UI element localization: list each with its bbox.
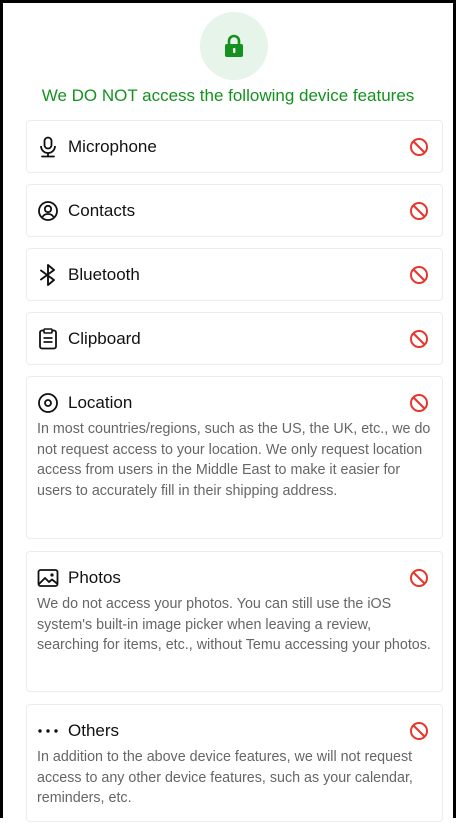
lock-badge <box>200 12 268 80</box>
page-title: We DO NOT access the following device fe… <box>41 86 415 105</box>
feature-title: Microphone <box>68 137 157 156</box>
feature-card-bluetooth[interactable]: Bluetooth <box>26 248 443 301</box>
feature-card-others[interactable]: Others In addition to the above device f… <box>26 704 443 822</box>
blocked-icon <box>408 567 430 589</box>
feature-title: Contacts <box>68 201 136 220</box>
feature-card-contacts[interactable]: Contacts <box>26 184 443 237</box>
feature-description: We do not access your photos. You can st… <box>37 596 431 653</box>
blocked-icon <box>408 136 430 158</box>
blocked-icon <box>408 328 430 350</box>
feature-title: Photos <box>68 568 121 587</box>
feature-card-clipboard[interactable]: Clipboard <box>26 312 443 365</box>
feature-list: Microphone Contacts Bluetooth Clipboard … <box>26 120 443 833</box>
blocked-icon <box>408 264 430 286</box>
blocked-icon <box>408 392 430 414</box>
feature-card-photos[interactable]: Photos We do not access your photos. You… <box>26 551 443 692</box>
feature-title: Others <box>68 721 120 740</box>
feature-card-microphone[interactable]: Microphone <box>26 120 443 173</box>
feature-description: In most countries/regions, such as the U… <box>37 421 431 499</box>
feature-title: Bluetooth <box>68 265 140 284</box>
location-icon <box>37 392 59 414</box>
photos-icon <box>37 567 59 589</box>
contacts-icon <box>37 200 59 222</box>
lock-icon <box>223 34 245 58</box>
more-icon <box>37 720 59 742</box>
clipboard-icon <box>37 328 59 350</box>
feature-card-location[interactable]: Location In most countries/regions, such… <box>26 376 443 539</box>
feature-title: Location <box>68 393 133 412</box>
bluetooth-icon <box>37 264 59 286</box>
blocked-icon <box>408 200 430 222</box>
blocked-icon <box>408 720 430 742</box>
feature-description: In addition to the above device features… <box>37 749 413 806</box>
feature-title: Clipboard <box>68 329 141 348</box>
microphone-icon <box>37 136 59 158</box>
